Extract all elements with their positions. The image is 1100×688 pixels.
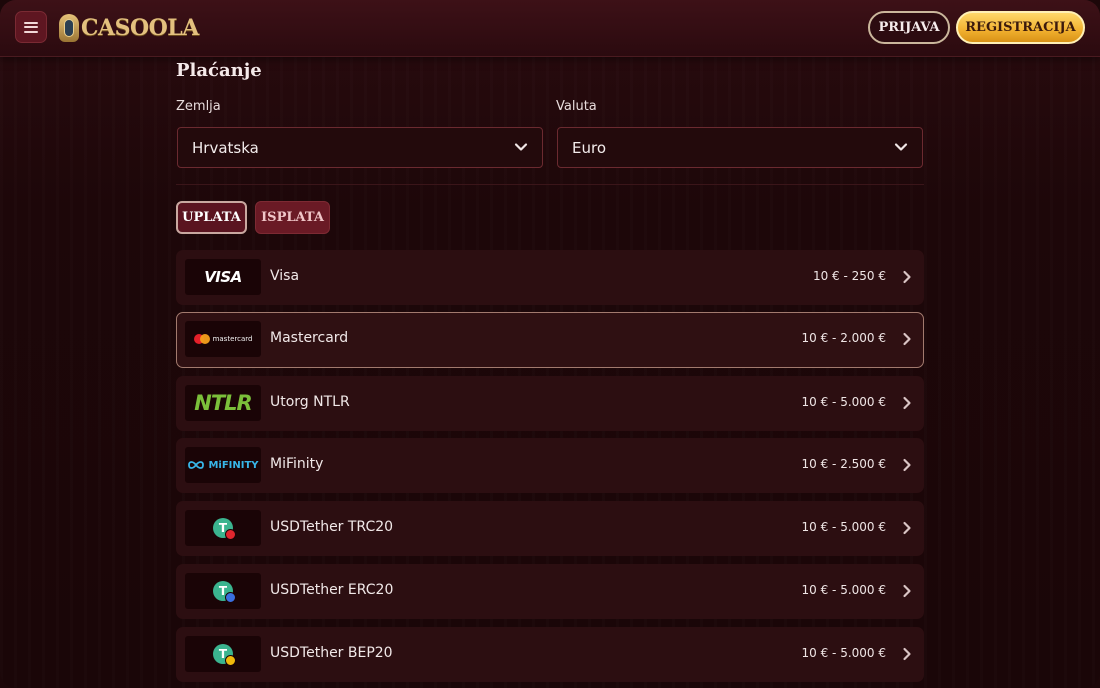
login-button[interactable]: PRIJAVA bbox=[868, 11, 950, 44]
hamburger-icon bbox=[24, 21, 38, 33]
register-button[interactable]: REGISTRACIJA bbox=[956, 11, 1085, 44]
top-bar: CASOOLA PRIJAVA REGISTRACIJA bbox=[0, 0, 1100, 57]
tether-trc20-icon: T bbox=[185, 510, 261, 546]
visa-logo: VISA bbox=[185, 259, 261, 295]
currency-label: Valuta bbox=[556, 99, 597, 114]
method-limits: 10 € - 5.000 € bbox=[801, 646, 886, 660]
mifinity-logo: MiFINITY bbox=[185, 447, 261, 483]
chevron-down-icon bbox=[894, 143, 908, 151]
ntlr-logo: NTLR bbox=[185, 385, 261, 421]
method-limits: 10 € - 5.000 € bbox=[801, 583, 886, 597]
country-select-value: Hrvatska bbox=[192, 138, 259, 157]
method-name: Utorg NTLR bbox=[270, 394, 350, 410]
method-name: Visa bbox=[270, 268, 300, 284]
casoola-logo[interactable]: CASOOLA bbox=[59, 12, 199, 44]
method-name: USDTether BEP20 bbox=[270, 645, 393, 661]
method-limits: 10 € - 250 € bbox=[812, 269, 886, 283]
chevron-right-icon bbox=[903, 584, 911, 598]
payment-method-utorg-ntlr[interactable]: NTLR Utorg NTLR 10 € - 5.000 € bbox=[176, 376, 924, 431]
hamburger-menu-button[interactable] bbox=[15, 11, 47, 43]
method-name: Mastercard bbox=[270, 330, 349, 346]
chevron-right-icon bbox=[903, 332, 911, 346]
tab-withdrawal[interactable]: ISPLATA bbox=[255, 201, 330, 234]
page-title: Plaćanje bbox=[176, 60, 262, 81]
chevron-right-icon bbox=[903, 458, 911, 472]
payment-method-mastercard[interactable]: mastercard Mastercard 10 € - 2.000 € bbox=[176, 312, 924, 368]
tether-erc20-icon: T bbox=[185, 573, 261, 609]
tether-bep20-icon: T bbox=[185, 636, 261, 672]
payment-method-visa[interactable]: VISA Visa 10 € - 250 € bbox=[176, 250, 924, 305]
method-name: USDTether ERC20 bbox=[270, 582, 394, 598]
chevron-down-icon bbox=[514, 143, 528, 151]
country-label: Zemlja bbox=[176, 99, 221, 114]
method-limits: 10 € - 5.000 € bbox=[801, 520, 886, 534]
mastercard-logo: mastercard bbox=[185, 321, 261, 357]
infinity-icon bbox=[188, 461, 205, 469]
method-name: USDTether TRC20 bbox=[270, 519, 394, 535]
currency-select-value: Euro bbox=[572, 138, 606, 157]
method-limits: 10 € - 2.000 € bbox=[801, 331, 886, 345]
chevron-right-icon bbox=[903, 647, 911, 661]
chevron-right-icon bbox=[903, 521, 911, 535]
payment-method-usdt-erc20[interactable]: T USDTether ERC20 10 € - 5.000 € bbox=[176, 564, 924, 619]
method-limits: 10 € - 5.000 € bbox=[801, 395, 886, 409]
divider bbox=[176, 184, 924, 185]
method-limits: 10 € - 2.500 € bbox=[801, 457, 886, 471]
payment-method-mifinity[interactable]: MiFINITY MiFinity 10 € - 2.500 € bbox=[176, 438, 924, 493]
payment-method-usdt-bep20[interactable]: T USDTether BEP20 10 € - 5.000 € bbox=[176, 627, 924, 682]
brand-name: CASOOLA bbox=[81, 15, 199, 41]
chevron-right-icon bbox=[903, 270, 911, 284]
tab-deposit[interactable]: UPLATA bbox=[176, 201, 247, 234]
app-frame: CASOOLA PRIJAVA REGISTRACIJA Plaćanje Ze… bbox=[0, 0, 1100, 688]
country-select[interactable]: Hrvatska bbox=[177, 127, 543, 168]
payment-method-usdt-trc20[interactable]: T USDTether TRC20 10 € - 5.000 € bbox=[176, 501, 924, 556]
currency-select[interactable]: Euro bbox=[557, 127, 923, 168]
method-name: MiFinity bbox=[270, 456, 324, 472]
logo-emblem-icon bbox=[59, 14, 79, 42]
chevron-right-icon bbox=[903, 396, 911, 410]
